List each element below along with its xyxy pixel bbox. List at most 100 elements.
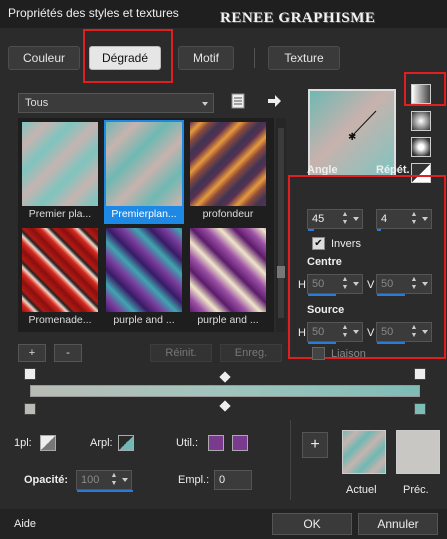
chevron-down-icon[interactable] xyxy=(353,282,359,286)
center-v-value: 50 xyxy=(381,278,394,290)
gradient-bar[interactable] xyxy=(30,385,420,397)
opacity-label: Opacité: xyxy=(24,474,69,486)
gradient-thumb[interactable]: purple and ... xyxy=(104,226,184,330)
chevron-down-icon[interactable] xyxy=(422,330,428,334)
fg-label: 1pl: xyxy=(14,437,32,449)
repeat-field[interactable]: 4 ▲ ▼ xyxy=(376,209,432,231)
spin-arrows-icon[interactable]: ▲ ▼ xyxy=(409,324,419,340)
svg-text:✱: ✱ xyxy=(348,132,356,143)
chevron-down-icon[interactable] xyxy=(353,217,359,221)
gallery-scrollbar[interactable] xyxy=(276,118,286,332)
category-select[interactable]: Tous xyxy=(18,93,214,113)
spin-arrows-icon[interactable]: ▲ ▼ xyxy=(340,324,350,340)
gradient-thumb-label: Promenade... xyxy=(28,314,92,326)
tab-motif[interactable]: Motif xyxy=(178,46,234,70)
location-field[interactable]: 0 xyxy=(214,470,252,490)
gradient-thumb[interactable]: Premier pla... xyxy=(20,120,100,224)
highlight-frame-tab xyxy=(83,29,173,83)
use-color-2[interactable] xyxy=(232,435,248,451)
remove-preset-button[interactable]: - xyxy=(54,344,82,362)
angle-field[interactable]: 45 ▲ ▼ xyxy=(307,209,363,231)
angle-value: 45 xyxy=(312,213,325,225)
spin-arrows-icon[interactable]: ▲ ▼ xyxy=(340,211,350,227)
gradient-thumb-label: purple and ... xyxy=(113,314,175,326)
source-h-field[interactable]: 50 ▲ ▼ xyxy=(307,322,363,344)
chevron-down-icon[interactable] xyxy=(422,217,428,221)
arrow-right-icon[interactable] xyxy=(266,93,282,109)
gradient-thumb[interactable]: purple and ... xyxy=(188,226,268,330)
add-swatch-button[interactable]: + xyxy=(302,432,328,458)
reset-button[interactable]: Réinit. xyxy=(150,344,212,362)
center-label: Centre xyxy=(307,256,342,268)
gradient-thumb[interactable]: Promenade... xyxy=(20,226,100,330)
ok-button[interactable]: OK xyxy=(272,513,352,535)
current-label: Actuel xyxy=(346,484,377,496)
color-stop-left[interactable] xyxy=(24,403,36,415)
source-label: Source xyxy=(307,304,345,316)
chevron-down-icon[interactable] xyxy=(422,282,428,286)
spin-arrows-icon[interactable]: ▲ ▼ xyxy=(340,276,350,292)
source-v-label: V xyxy=(367,327,375,339)
tab-separator xyxy=(254,48,255,68)
center-v-field[interactable]: 50 ▲ ▼ xyxy=(376,274,432,296)
opacity-stop-left[interactable] xyxy=(24,368,36,380)
divider xyxy=(290,420,291,500)
scrollbar-grip[interactable] xyxy=(277,266,285,278)
save-button[interactable]: Enreg. xyxy=(220,344,282,362)
linear-gradient-icon[interactable] xyxy=(411,84,431,104)
gradient-thumb[interactable]: profondeur xyxy=(188,120,268,224)
opacity-value: 100 xyxy=(81,474,100,486)
link-checkbox[interactable] xyxy=(312,347,325,360)
gradient-thumb-label: Premier pla... xyxy=(28,208,92,220)
link-label: Liaison xyxy=(331,348,366,360)
location-label: Empl.: xyxy=(178,474,210,486)
category-selected: Tous xyxy=(25,97,49,109)
use-label: Util.: xyxy=(176,437,198,449)
center-h-value: 50 xyxy=(312,278,325,290)
watermark: RENEE GRAPHISME xyxy=(220,10,376,26)
gradient-thumb-label: profondeur xyxy=(202,208,254,220)
current-swatch[interactable] xyxy=(342,430,386,474)
source-h-label: H xyxy=(298,327,306,339)
gradient-thumb-selected[interactable]: Premierplan... xyxy=(104,120,184,224)
use-color-1[interactable] xyxy=(208,435,224,451)
center-h-label: H xyxy=(298,279,306,291)
window-title: Propriétés des styles et textures xyxy=(8,6,179,20)
foreground-icon[interactable] xyxy=(40,435,56,451)
gradient-thumb-label: purple and ... xyxy=(197,314,259,326)
background-icon[interactable] xyxy=(118,435,134,451)
gradient-thumb-label: Premierplan... xyxy=(111,208,177,220)
color-stop-right[interactable] xyxy=(414,403,426,415)
color-midpoint[interactable] xyxy=(219,400,231,412)
rectangular-gradient-icon[interactable] xyxy=(411,111,431,131)
invert-label: Invers xyxy=(331,238,361,250)
chevron-down-icon[interactable] xyxy=(353,330,359,334)
add-preset-button[interactable]: + xyxy=(18,344,46,362)
previous-swatch[interactable] xyxy=(396,430,440,474)
cancel-button[interactable]: Annuler xyxy=(358,513,438,535)
chevron-down-icon xyxy=(202,102,208,106)
location-value: 0 xyxy=(219,474,226,486)
center-v-label: V xyxy=(367,279,375,291)
tab-couleur[interactable]: Couleur xyxy=(8,46,80,70)
invert-checkbox[interactable]: ✔ xyxy=(312,237,325,250)
help-link[interactable]: Aide xyxy=(14,518,36,530)
opacity-field[interactable]: 100 ▲ ▼ xyxy=(76,470,133,492)
opacity-stop-right[interactable] xyxy=(414,368,426,380)
opacity-midpoint[interactable] xyxy=(219,371,231,383)
library-icon[interactable] xyxy=(230,93,246,109)
previous-label: Préc. xyxy=(403,484,429,496)
gradient-gallery: Premier pla... Premierplan... profondeur… xyxy=(18,118,274,332)
spin-arrows-icon[interactable]: ▲ ▼ xyxy=(409,211,419,227)
spin-arrows-icon[interactable]: ▲ ▼ xyxy=(409,276,419,292)
bg-label: Arpl: xyxy=(90,437,113,449)
center-h-field[interactable]: 50 ▲ ▼ xyxy=(307,274,363,296)
tab-texture[interactable]: Texture xyxy=(268,46,340,70)
source-h-value: 50 xyxy=(312,326,325,338)
chevron-down-icon[interactable] xyxy=(122,478,128,482)
repeat-value: 4 xyxy=(381,213,388,225)
spin-arrows-icon[interactable]: ▲ ▼ xyxy=(109,472,119,488)
source-v-field[interactable]: 50 ▲ ▼ xyxy=(376,322,432,344)
source-v-value: 50 xyxy=(381,326,394,338)
sunburst-gradient-icon[interactable] xyxy=(411,137,431,157)
